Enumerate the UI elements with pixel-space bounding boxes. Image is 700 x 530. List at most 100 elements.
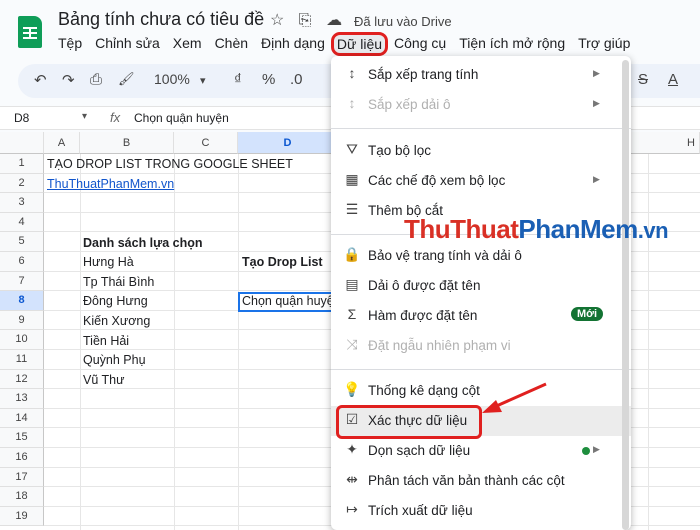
column-header-b[interactable]: B (80, 132, 174, 154)
row-header-4[interactable]: 4 (0, 212, 44, 233)
app-header: Bảng tính chưa có tiêu đề ☆ ⎘ ☁ Đã lưu v… (0, 0, 700, 62)
menu-item-label: Dải ô được đặt tên (368, 278, 481, 293)
row-header-2[interactable]: 2 (0, 173, 44, 194)
cell-b6[interactable]: Hưng Hà (83, 253, 134, 272)
menu-item-named-ranges[interactable]: ▤ Dải ô được đặt tên (331, 271, 631, 301)
row-header-10[interactable]: 10 (0, 330, 44, 350)
paint-format-icon[interactable]: 🖌 (118, 71, 135, 87)
row-header-17[interactable]: 17 (0, 467, 44, 488)
menu-item-label: Tạo bộ lọc (368, 143, 432, 158)
strikethrough-icon[interactable]: S (638, 71, 648, 88)
undo-icon[interactable]: ↶ (34, 71, 47, 89)
row-header-12[interactable]: 12 (0, 369, 44, 390)
sheets-logo-icon[interactable] (18, 16, 42, 48)
watermark-part: ThuThuat (404, 214, 519, 244)
menu-divider (331, 369, 631, 370)
name-box[interactable]: D8 (14, 111, 29, 125)
cell-b9[interactable]: Kiến Xương (83, 312, 150, 331)
row-header-1[interactable]: 1 (0, 154, 44, 174)
decimal-format-button[interactable]: .0 (290, 71, 303, 88)
menu-file[interactable]: Tệp (58, 35, 82, 53)
row-header-11[interactable]: 11 (0, 350, 44, 370)
menu-item-label: Hàm được đặt tên (368, 308, 478, 323)
row-header-18[interactable]: 18 (0, 487, 44, 507)
menu-item-split-text[interactable]: ⇹ Phân tách văn bản thành các cột (331, 466, 631, 496)
name-box-chevron-down-icon[interactable]: ▾ (82, 111, 87, 122)
menu-item-sort-sheet[interactable]: ↕ Sắp xếp trang tính ▶ (331, 60, 631, 90)
menu-item-label: Phân tách văn bản thành các cột (368, 473, 565, 488)
cell-a2-link[interactable]: ThuThuatPhanMem.vn (47, 175, 174, 194)
sort-icon: ↕ (348, 95, 356, 111)
selected-cell-d8[interactable] (238, 292, 338, 312)
watermark-part: .vn (637, 218, 669, 243)
row-header-14[interactable]: 14 (0, 408, 44, 429)
column-header-a[interactable]: A (44, 132, 80, 154)
menu-item-data-extraction[interactable]: ↦ Trích xuất dữ liệu (331, 496, 631, 526)
menu-data[interactable]: Dữ liệu (330, 32, 389, 56)
row-header-19[interactable]: 19 (0, 506, 44, 527)
menu-scrollbar[interactable] (622, 60, 629, 530)
filter-views-icon: ▦ (345, 171, 359, 187)
menu-item-named-functions[interactable]: Σ Hàm được đặt tên Mới (331, 301, 631, 331)
menu-edit[interactable]: Chỉnh sửa (95, 35, 160, 53)
menu-item-label: Bảo vệ trang tính và dải ô (368, 248, 522, 263)
column-divider (80, 154, 81, 530)
cell-b12[interactable]: Vũ Thư (83, 371, 125, 390)
column-header-c[interactable]: C (174, 132, 238, 154)
menu-extensions[interactable]: Tiện ích mở rộng (459, 35, 565, 53)
cloud-saved-icon[interactable]: ☁ (326, 12, 342, 29)
cell-d6[interactable]: Tạo Drop List (242, 253, 323, 272)
cell-b10[interactable]: Tiền Hải (83, 332, 129, 351)
move-folder-icon[interactable]: ⎘ (299, 12, 312, 29)
menu-view[interactable]: Xem (173, 35, 202, 53)
percent-format-button[interactable]: % (262, 71, 275, 88)
menu-item-label: Trích xuất dữ liệu (368, 503, 473, 518)
row-header-6[interactable]: 6 (0, 252, 44, 272)
split-columns-icon: ⇹ (346, 471, 358, 487)
sigma-icon: Σ (347, 306, 357, 322)
highlight-box (336, 405, 482, 439)
menu-help[interactable]: Trợ giúp (578, 35, 630, 53)
row-header-5[interactable]: 5 (0, 232, 44, 252)
submenu-arrow-icon: ▶ (593, 444, 600, 454)
menu-item-filter-views[interactable]: ▦ Các chế độ xem bộ lọc ▶ (331, 166, 631, 196)
cell-b5[interactable]: Danh sách lựa chọn (83, 234, 203, 253)
text-color-icon[interactable]: A (668, 71, 678, 88)
cell-b11[interactable]: Quỳnh Phụ (83, 351, 146, 370)
zoom-select[interactable]: 100% (154, 71, 190, 87)
row-header-8[interactable]: 8 (0, 291, 44, 311)
menu-item-data-cleanup[interactable]: ✦ Dọn sạch dữ liệu ▶ (331, 436, 631, 466)
menu-item-label: Các chế độ xem bộ lọc (368, 173, 506, 188)
menu-item-label: Dọn sạch dữ liệu (368, 443, 471, 458)
menu-tools[interactable]: Công cụ (394, 35, 446, 53)
extract-icon: ↦ (346, 501, 358, 517)
menu-item-create-filter[interactable]: ⛛ Tạo bộ lọc (331, 136, 631, 166)
row-header-16[interactable]: 16 (0, 448, 44, 468)
cell-b8[interactable]: Đông Hưng (83, 292, 148, 311)
redo-icon[interactable]: ↷ (62, 71, 75, 89)
cell-b7[interactable]: Tp Thái Bình (83, 273, 154, 292)
select-all-corner[interactable] (0, 132, 44, 154)
menu-item-randomize-range: ⤨ Đặt ngẫu nhiên phạm vi (331, 331, 631, 361)
shuffle-icon: ⤨ (346, 336, 358, 352)
cell-a1[interactable]: TẠO DROP LIST TRONG GOOGLE SHEET (47, 155, 293, 174)
column-header-d[interactable]: D (238, 132, 338, 154)
lightbulb-icon: 💡 (343, 381, 361, 397)
row-header-7[interactable]: 7 (0, 271, 44, 292)
row-header-9[interactable]: 9 (0, 310, 44, 331)
new-badge: Mới (571, 307, 604, 321)
print-icon[interactable]: ⎙ (90, 71, 102, 88)
currency-format-button[interactable]: ₫ (234, 71, 242, 88)
zoom-chevron-down-icon[interactable]: ▾ (200, 74, 206, 87)
row-header-15[interactable]: 15 (0, 428, 44, 448)
document-title[interactable]: Bảng tính chưa có tiêu đề (58, 9, 264, 30)
formula-input[interactable]: Chọn quận huyện (134, 111, 229, 125)
submenu-arrow-icon: ▶ (593, 68, 600, 78)
row-header-13[interactable]: 13 (0, 389, 44, 409)
star-icon[interactable]: ☆ (270, 12, 284, 29)
menu-item-protect-sheets[interactable]: 🔒 Bảo vệ trang tính và dải ô (331, 241, 631, 271)
menu-insert[interactable]: Chèn (215, 35, 248, 53)
menu-format[interactable]: Định dạng (261, 35, 325, 53)
row-header-3[interactable]: 3 (0, 193, 44, 213)
new-indicator-dot (582, 447, 590, 455)
